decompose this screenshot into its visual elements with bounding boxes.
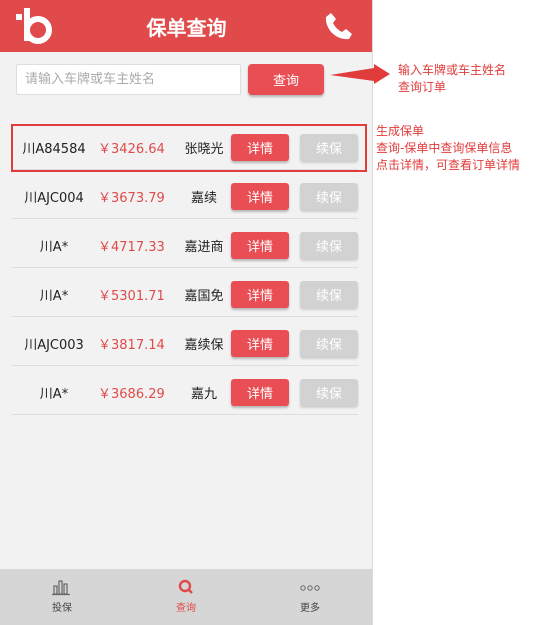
policy-price: ￥4717.33 xyxy=(98,240,165,255)
policy-row: 川A84584 ￥3426.64 张晓光 详情 续保 xyxy=(12,121,358,170)
annotation-list-line3: 点击详情，可查看订单详情 xyxy=(376,158,521,172)
detail-button[interactable]: 详情 xyxy=(231,183,289,210)
policy-row: 川AJC004 ￥3673.79 嘉续 详情 续保 xyxy=(12,170,358,219)
tab-query[interactable]: 查询 xyxy=(124,569,248,625)
detail-button[interactable]: 详情 xyxy=(231,281,289,308)
tab-insure[interactable]: 投保 xyxy=(0,569,124,625)
tab-more[interactable]: 更多 xyxy=(248,569,372,625)
policy-owner-name: 张晓光 xyxy=(184,142,224,157)
phone-screen: 保单查询 查询 川A84584￥3426.64张晓光详情续保川AJC004￥36… xyxy=(0,0,373,625)
policy-plate: 川A* xyxy=(39,289,69,304)
renew-button[interactable]: 续保 xyxy=(300,183,358,210)
renew-button[interactable]: 续保 xyxy=(300,232,358,259)
policy-plate: 川A* xyxy=(39,240,69,255)
policy-owner-name: 嘉进商 xyxy=(184,240,224,255)
page-title: 保单查询 xyxy=(146,16,227,40)
detail-button[interactable]: 详情 xyxy=(231,134,289,161)
renew-button[interactable]: 续保 xyxy=(300,281,358,308)
policy-plate: 川A84584 xyxy=(22,142,86,157)
app-header: 保单查询 xyxy=(0,0,372,52)
policy-price: ￥3673.79 xyxy=(98,191,165,206)
policy-owner-name: 嘉九 xyxy=(190,387,217,402)
bottom-tab-bar: 投保 查询 更多 xyxy=(0,569,372,625)
policy-row: 川A* ￥5301.71 嘉国免 详情 续保 xyxy=(12,268,358,317)
policy-list: 川A84584 ￥3426.64 张晓光 详情 续保 川AJC004 ￥3673.79 嘉续详… xyxy=(12,121,358,415)
detail-button[interactable]: 详情 xyxy=(231,330,289,357)
renew-button[interactable]: 续保 xyxy=(300,379,358,406)
policy-price: ￥3817.14 xyxy=(98,338,165,353)
detail-button[interactable]: 详情 xyxy=(231,232,289,259)
policy-price: ￥5301.71 xyxy=(98,289,165,304)
annotation-search-line2: 查询订单 xyxy=(398,80,447,94)
bar-chart-icon xyxy=(52,580,70,596)
annotation-search-line1: 输入车牌或车主姓名 xyxy=(398,63,507,77)
more-dots-icon xyxy=(300,585,320,591)
tab-query-label: 查询 xyxy=(176,603,196,614)
renew-button[interactable]: 续保 xyxy=(300,134,358,161)
policy-owner-name: 嘉国免 xyxy=(184,289,224,304)
policy-price: ￥3686.29 xyxy=(98,387,165,402)
search-input[interactable] xyxy=(16,64,241,95)
policy-plate: 川A* xyxy=(39,387,69,402)
annotation-list-line2: 查询-保单中查询保单信息 xyxy=(376,141,513,155)
policy-row: 川A* ￥4717.33 嘉进商 详情 续保 xyxy=(12,219,358,268)
policy-owner-name: 嘉续 xyxy=(190,191,217,206)
policy-plate: 川AJC003 xyxy=(24,338,84,353)
policy-owner-name: 嘉续保 xyxy=(184,338,224,353)
annotation-list-line1: 生成保单 xyxy=(376,124,425,138)
annotation-arrow-icon xyxy=(330,64,390,84)
policy-row: 川AJC003 ￥3817.14 嘉续保 详情 续保 xyxy=(12,317,358,366)
policy-row: 川A* ￥3686.29 嘉九 详情 续保 xyxy=(12,366,358,415)
phone-call-icon[interactable] xyxy=(323,10,355,42)
search-button[interactable]: 查询 xyxy=(248,64,324,95)
tab-more-label: 更多 xyxy=(300,603,320,614)
search-icon xyxy=(178,579,193,594)
tab-insure-label: 投保 xyxy=(52,603,72,614)
policy-price: ￥3426.64 xyxy=(98,142,165,157)
renew-button[interactable]: 续保 xyxy=(300,330,358,357)
policy-plate: 川AJC004 xyxy=(24,191,84,206)
detail-button[interactable]: 详情 xyxy=(231,379,289,406)
